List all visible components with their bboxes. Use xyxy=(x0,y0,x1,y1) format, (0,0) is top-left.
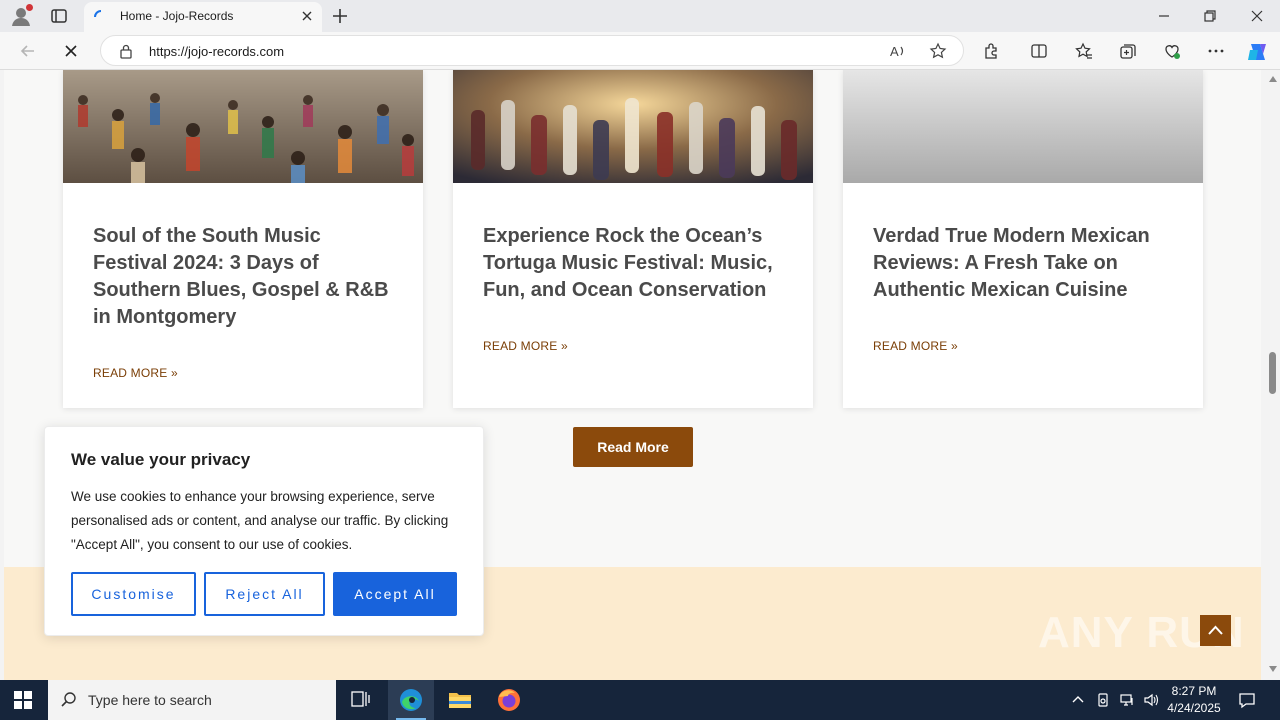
post-image-ocean-festival[interactable] xyxy=(453,70,813,183)
network-icon[interactable] xyxy=(1119,692,1135,708)
close-window-icon[interactable] xyxy=(1249,8,1265,24)
web-page: Soul of the South Music Festival 2024: 3… xyxy=(4,70,1261,680)
scrollbar-thumb[interactable] xyxy=(1269,352,1276,394)
post-image-festival-crowd[interactable] xyxy=(63,70,423,183)
svg-text:A: A xyxy=(890,44,899,59)
read-more-link[interactable]: READ MORE » xyxy=(483,339,568,353)
browser-titlebar: Home - Jojo-Records xyxy=(0,0,1280,32)
vertical-scrollbar[interactable] xyxy=(1265,70,1280,680)
extensions-icon[interactable] xyxy=(982,42,1000,60)
reject-all-button[interactable]: Reject All xyxy=(204,572,325,616)
windows-taskbar: Type here to search 8:27 PM 4/24/2025 xyxy=(0,680,1280,720)
restore-icon[interactable] xyxy=(1202,8,1218,24)
cookie-description: We use cookies to enhance your browsing … xyxy=(71,489,449,552)
notification-dot xyxy=(26,4,33,11)
lock-icon[interactable] xyxy=(119,43,133,59)
back-icon[interactable] xyxy=(19,42,37,60)
post-card: Verdad True Modern Mexican Reviews: A Fr… xyxy=(843,70,1203,408)
scroll-down-arrow-icon[interactable] xyxy=(1269,666,1277,672)
favorites-icon[interactable] xyxy=(1075,42,1093,60)
read-aloud-icon[interactable]: A xyxy=(889,42,907,60)
close-tab-icon[interactable] xyxy=(300,9,314,23)
edge-taskbar-icon[interactable] xyxy=(388,680,434,720)
copilot-icon[interactable] xyxy=(1246,40,1270,64)
file-explorer-icon[interactable] xyxy=(437,680,483,720)
collections-icon[interactable] xyxy=(1119,42,1137,60)
browser-essentials-icon[interactable] xyxy=(1163,42,1181,60)
new-tab-icon[interactable] xyxy=(330,6,350,26)
post-title[interactable]: Verdad True Modern Mexican Reviews: A Fr… xyxy=(873,223,1173,304)
post-card: Experience Rock the Ocean’s Tortuga Musi… xyxy=(453,70,813,408)
favorite-star-icon[interactable] xyxy=(929,42,947,60)
search-placeholder: Type here to search xyxy=(88,692,212,708)
post-image-placeholder[interactable] xyxy=(843,70,1203,183)
post-card: Soul of the South Music Festival 2024: 3… xyxy=(63,70,423,408)
customise-button[interactable]: Customise xyxy=(71,572,196,616)
accept-all-button[interactable]: Accept All xyxy=(333,572,457,616)
windows-start-icon[interactable] xyxy=(14,691,32,709)
loading-favicon-icon xyxy=(94,10,108,24)
browser-toolbar: https://jojo-records.com A xyxy=(0,32,1280,70)
clock-time: 8:27 PM xyxy=(1171,684,1217,698)
tab-actions-icon[interactable] xyxy=(50,7,68,25)
tab-home[interactable]: Home - Jojo-Records xyxy=(84,2,322,32)
scroll-up-arrow-icon[interactable] xyxy=(1269,76,1277,82)
read-more-button[interactable]: Read More xyxy=(573,427,693,467)
read-more-link[interactable]: READ MORE » xyxy=(93,366,178,380)
split-screen-icon[interactable] xyxy=(1030,42,1048,60)
address-bar[interactable]: https://jojo-records.com A xyxy=(100,35,964,66)
read-more-link[interactable]: READ MORE » xyxy=(873,339,958,353)
firefox-icon[interactable] xyxy=(486,680,532,720)
cookie-consent-banner: We value your privacy We use cookies to … xyxy=(44,426,484,636)
url-text[interactable]: https://jojo-records.com xyxy=(149,44,284,59)
taskbar-search-box[interactable]: Type here to search xyxy=(48,680,336,720)
post-title[interactable]: Soul of the South Music Festival 2024: 3… xyxy=(93,223,393,331)
page-viewport: Soul of the South Music Festival 2024: 3… xyxy=(0,70,1280,680)
post-title[interactable]: Experience Rock the Ocean’s Tortuga Musi… xyxy=(483,223,783,304)
scroll-to-top-button[interactable] xyxy=(1200,615,1231,646)
task-view-icon[interactable] xyxy=(337,680,383,720)
stop-loading-icon[interactable] xyxy=(62,42,80,60)
volume-icon[interactable] xyxy=(1143,692,1159,708)
cookie-title: We value your privacy xyxy=(71,450,251,469)
minimize-icon[interactable] xyxy=(1156,8,1172,24)
clock-date: 4/24/2025 xyxy=(1167,701,1221,715)
notifications-icon[interactable] xyxy=(1238,691,1256,709)
show-hidden-icons-chevron-icon[interactable] xyxy=(1070,692,1086,708)
system-clock[interactable]: 8:27 PM 4/24/2025 xyxy=(1160,683,1228,717)
more-menu-icon[interactable] xyxy=(1207,42,1225,60)
profile-icon[interactable] xyxy=(10,4,33,27)
tab-title: Home - Jojo-Records xyxy=(120,9,234,23)
search-icon xyxy=(60,691,78,709)
device-icon[interactable] xyxy=(1095,692,1111,708)
